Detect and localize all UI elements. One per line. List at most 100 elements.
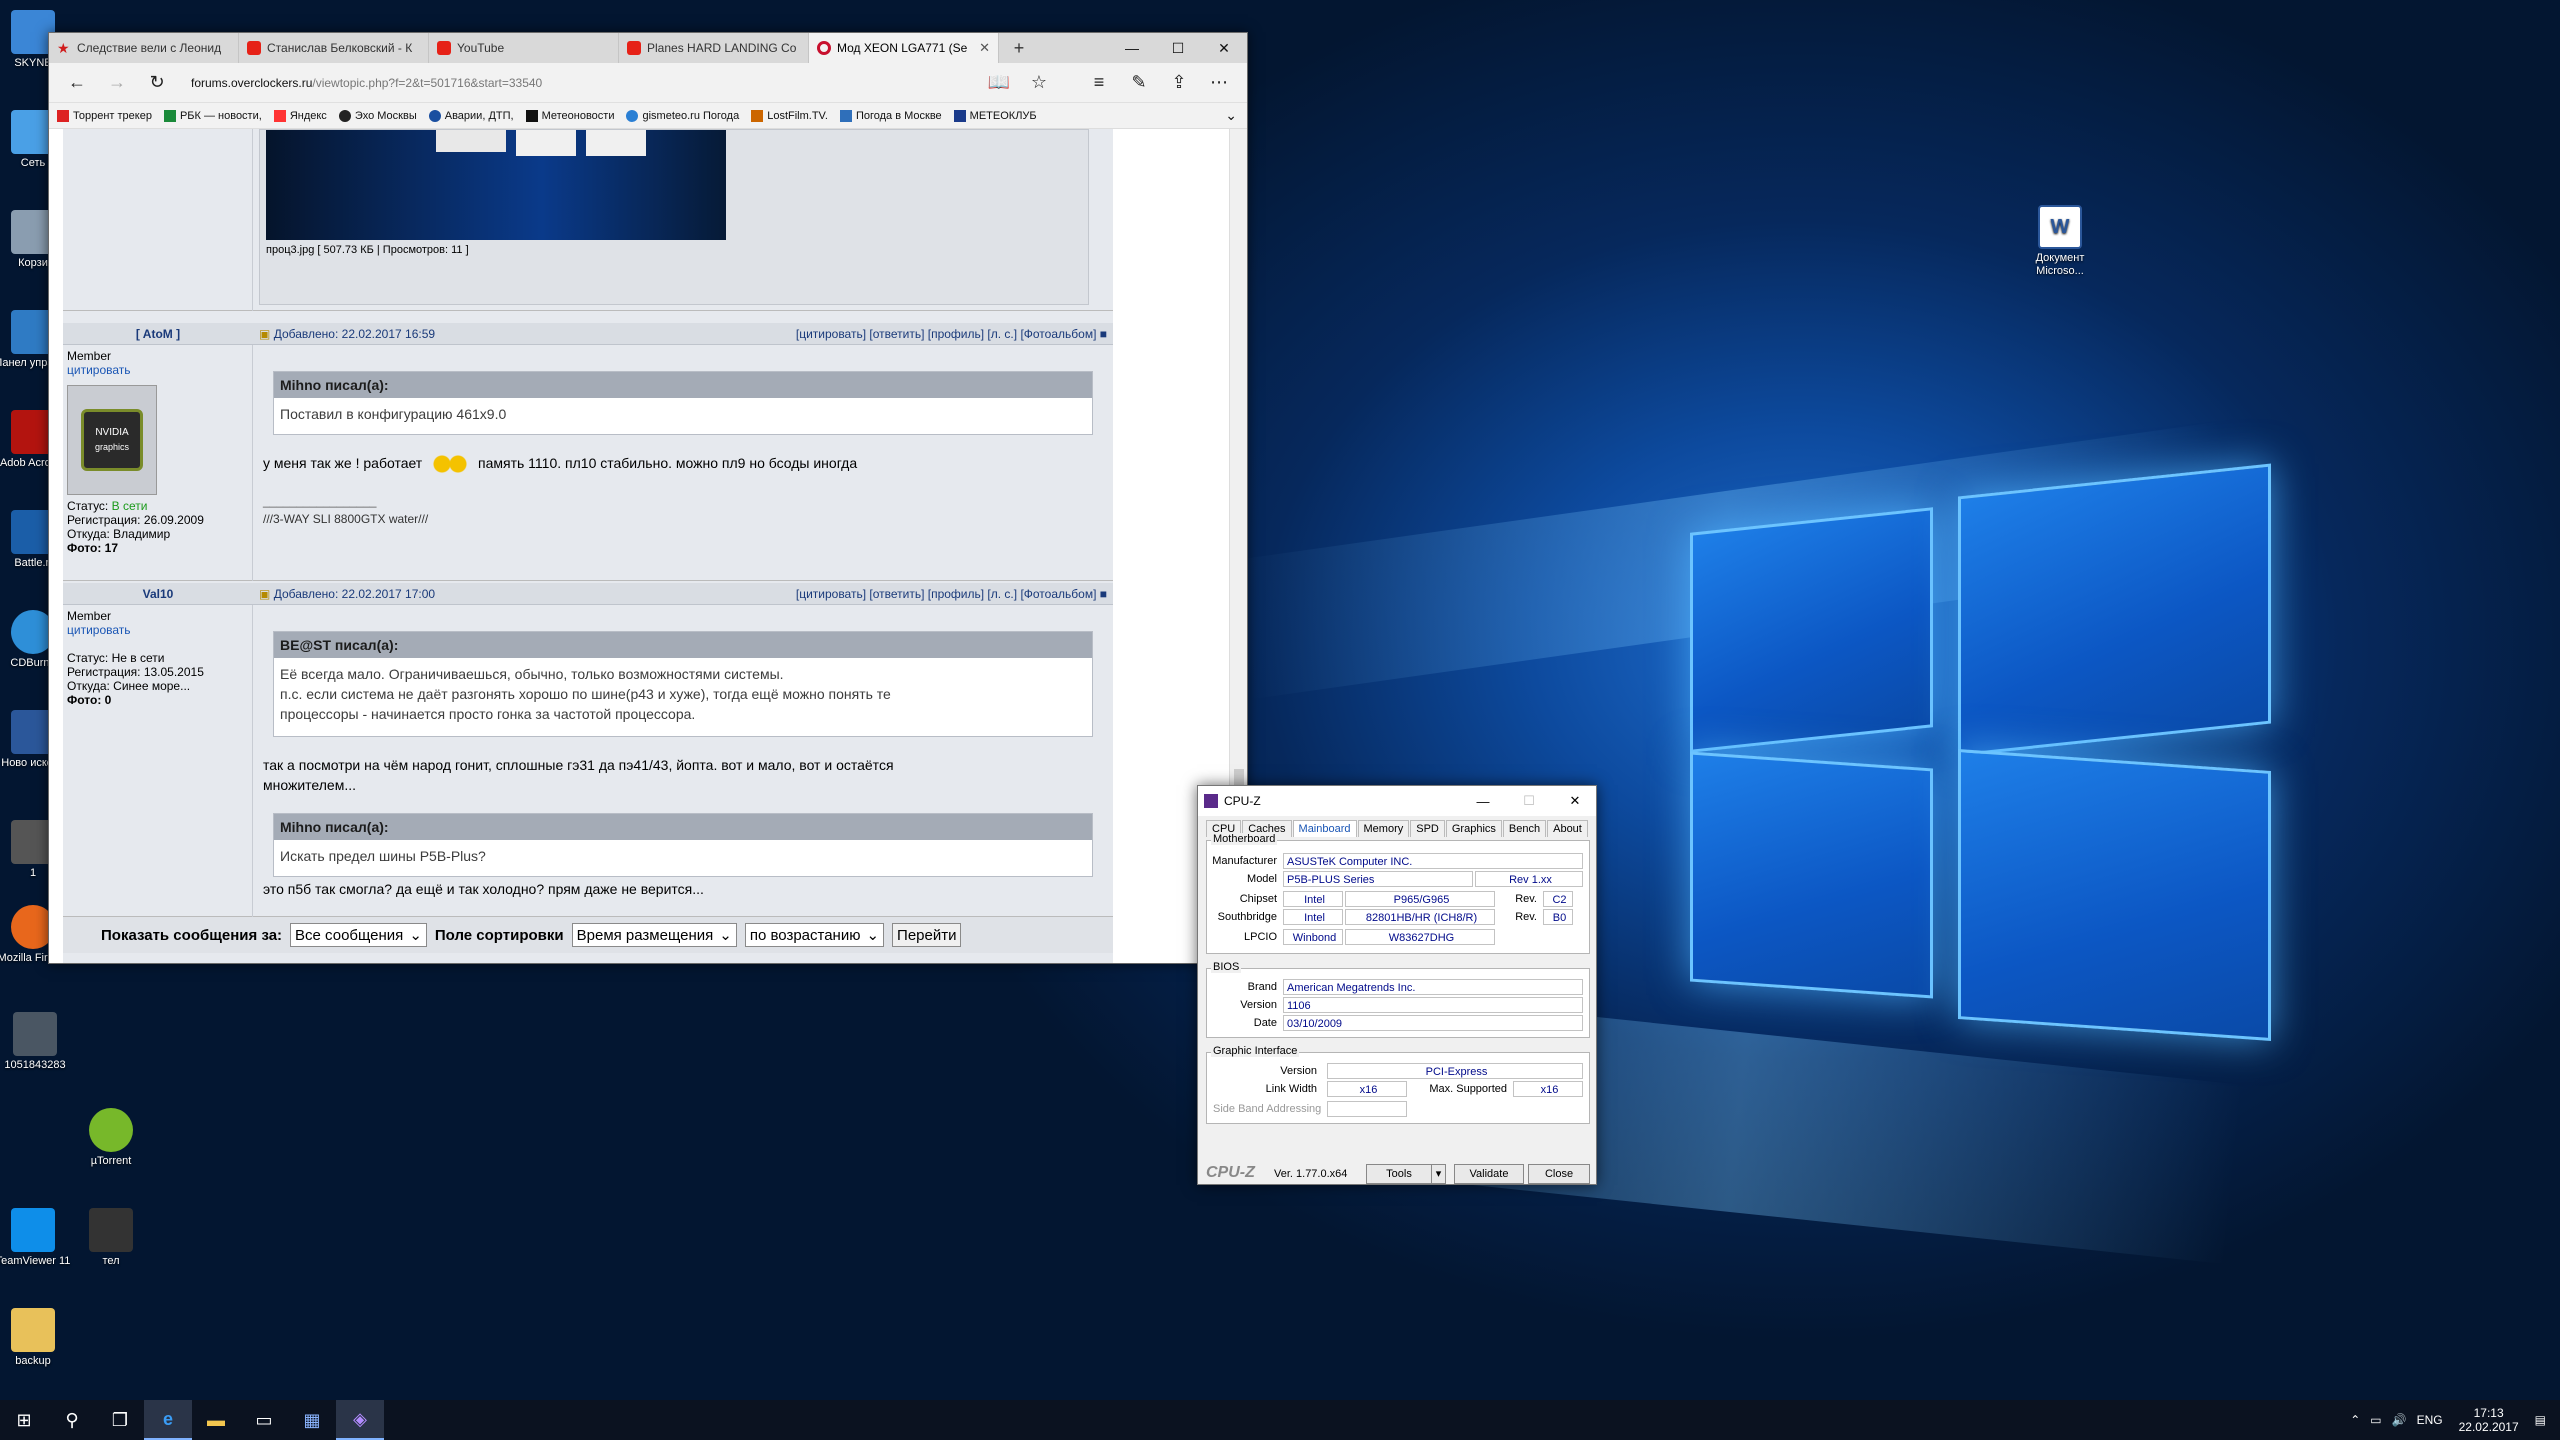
taskbar-app2[interactable]: ▦ — [288, 1400, 336, 1440]
tab-spd[interactable]: SPD — [1410, 820, 1445, 837]
field-label: Rev. — [1515, 893, 1537, 905]
quote-body: Поставил в конфигурацию 461х9.0 — [280, 406, 507, 422]
tab-planes[interactable]: Planes HARD LANDING Co — [619, 33, 809, 63]
sort-field-select[interactable]: Время размещения ⌄ — [571, 923, 737, 947]
desktop-icon-tel[interactable]: тел — [66, 1208, 156, 1268]
rbc-icon — [163, 109, 176, 122]
tab-youtube[interactable]: YouTube — [429, 33, 619, 63]
tab-bench[interactable]: Bench — [1502, 820, 1547, 837]
smiley-icon — [430, 455, 471, 474]
maximize-button[interactable]: ☐ — [1506, 786, 1552, 816]
taskbar-edge[interactable]: e — [144, 1400, 192, 1440]
web-note-button[interactable]: ✎ — [1119, 66, 1159, 100]
more-icon: ⋯ — [1210, 72, 1228, 92]
close-dialog-button[interactable]: Close — [1528, 1164, 1590, 1184]
back-button[interactable]: ← — [57, 66, 97, 100]
fav-gismeteo[interactable]: gismeteo.ru Погода — [626, 109, 739, 122]
post-text: так а посмотри на чём народ гонит, сплош… — [263, 757, 894, 793]
quote-header: BE@ST писал(а): — [274, 632, 1092, 658]
show-period-select[interactable]: Все сообщения ⌄ — [290, 923, 427, 947]
tab-xeon-mod[interactable]: Мод XEON LGA771 (Se ✕ — [809, 33, 999, 63]
youtube-icon — [247, 41, 261, 55]
chevron-up-icon[interactable]: ⌃ — [2350, 1413, 2360, 1427]
minimize-button[interactable]: — — [1460, 786, 1506, 816]
fav-moscow-weather[interactable]: Погода в Москве — [839, 109, 942, 122]
network-icon[interactable]: ▭ — [2370, 1413, 2381, 1427]
new-tab-button[interactable]: + — [999, 33, 1039, 63]
language-indicator[interactable]: ENG — [2417, 1413, 2443, 1427]
fav-lostfilm[interactable]: LostFilm.TV. — [751, 109, 828, 122]
fav-yandex[interactable]: Яндекс — [273, 109, 327, 122]
volume-icon[interactable]: 🔊 — [2392, 1413, 2407, 1427]
fav-echo[interactable]: Эхо Москвы — [338, 109, 417, 122]
tab-about[interactable]: About — [1547, 820, 1588, 837]
quote-user-link[interactable]: цитировать — [67, 363, 248, 377]
start-button[interactable]: ⊞ — [0, 1400, 48, 1440]
tab-graphics[interactable]: Graphics — [1445, 820, 1502, 837]
more-button[interactable]: ⋯ — [1199, 66, 1239, 100]
youtube-icon — [627, 41, 641, 55]
minimize-button[interactable]: — — [1109, 33, 1155, 63]
fav-accidents[interactable]: Аварии, ДТП, — [428, 109, 514, 122]
tab-mainboard[interactable]: Mainboard — [1292, 820, 1357, 837]
tab-memory[interactable]: Memory — [1357, 820, 1410, 837]
task-view-button[interactable]: ❐ — [96, 1400, 144, 1440]
close-button[interactable]: ✕ — [1552, 786, 1598, 816]
bios-version-value: 1106 — [1283, 997, 1583, 1013]
model-value: P5B-PLUS Series — [1283, 871, 1473, 887]
post-header: [ AtoM ] ▣ Добавлено: 22.02.2017 16:59 [… — [63, 323, 1113, 345]
post-actions[interactable]: [цитировать] [ответить] [профиль] [л. с.… — [796, 583, 1107, 605]
windows-icon: ⊞ — [16, 1409, 32, 1430]
hub-button[interactable]: ≡ — [1079, 66, 1119, 100]
fav-meteonews[interactable]: Метеоновости — [525, 109, 614, 122]
post-author[interactable]: Val10 — [63, 583, 253, 605]
quote-user-link[interactable]: цитировать — [67, 623, 248, 637]
sort-order-select[interactable]: по возрастанию ⌄ — [744, 923, 885, 947]
field-label: Chipset — [1239, 893, 1277, 905]
attachment-image[interactable] — [266, 130, 726, 240]
tab-leonid[interactable]: ★ Следствие вели с Леонид — [49, 33, 239, 63]
cpuz-icon: ◈ — [353, 1408, 367, 1429]
post-author[interactable]: [ AtoM ] — [63, 323, 253, 345]
chevron-down-icon[interactable]: ⌄ — [1225, 107, 1237, 124]
taskbar-app[interactable]: ▭ — [240, 1400, 288, 1440]
go-button[interactable]: Перейти — [892, 923, 962, 947]
reading-view-button[interactable]: 📖 — [979, 66, 1019, 100]
echo-icon — [338, 109, 351, 122]
tools-button[interactable]: Tools ▾ — [1366, 1164, 1446, 1184]
maximize-button[interactable]: ☐ — [1155, 33, 1201, 63]
sba-value — [1327, 1101, 1407, 1117]
book-icon: 📖 — [987, 72, 1011, 92]
desktop-icon-word-document[interactable]: W Документ Microso... — [2015, 205, 2105, 278]
user-status: Статус: В сети — [67, 499, 148, 513]
windows-logo-pane — [1690, 507, 1933, 753]
show-label: Показать сообщения за: — [101, 926, 283, 944]
post-actions[interactable]: [цитировать] [ответить] [профиль] [л. с.… — [796, 323, 1107, 345]
desktop-icon-utorrent[interactable]: µTorrent — [66, 1108, 156, 1168]
clock[interactable]: 17:13 22.02.2017 — [2459, 1406, 2519, 1434]
taskbar-explorer[interactable]: ▬ — [192, 1400, 240, 1440]
favorite-button[interactable]: ☆ — [1019, 66, 1059, 100]
favorites-bar: Торрент трекер РБК — новости, Яндекс Эхо… — [49, 103, 1247, 129]
clock-date: 22.02.2017 — [2458, 1420, 2519, 1434]
search-button[interactable]: ⚲ — [48, 1400, 96, 1440]
quote-block: BE@ST писал(а): Её всегда мало. Ограничи… — [273, 631, 1093, 737]
taskbar-cpuz[interactable]: ◈ — [336, 1400, 384, 1440]
close-button[interactable]: ✕ — [1201, 33, 1247, 63]
desktop-icon-backup[interactable]: backup — [0, 1308, 78, 1368]
tab-belkovsky[interactable]: Станислав Белковский - К — [239, 33, 429, 63]
post-header: Val10 ▣ Добавлено: 22.02.2017 17:00 [цит… — [63, 583, 1113, 605]
validate-button[interactable]: Validate — [1454, 1164, 1524, 1184]
fav-rbc[interactable]: РБК — новости, — [163, 109, 262, 122]
close-tab-icon[interactable]: ✕ — [979, 40, 990, 56]
fav-meteoclub[interactable]: МЕТЕОКЛУБ — [953, 109, 1037, 122]
notification-icon[interactable]: ▤ — [2535, 1413, 2546, 1427]
desktop-icon-photo[interactable]: 1051843283 — [0, 1012, 80, 1072]
forum-post: Val10 ▣ Добавлено: 22.02.2017 17:00 [цит… — [63, 583, 1113, 917]
address-domain: forums.overclockers.ru — [191, 75, 313, 90]
forward-button[interactable]: → — [97, 66, 137, 100]
share-button[interactable]: ⇪ — [1159, 66, 1199, 100]
address-bar[interactable]: forums.overclockers.ru/viewtopic.php?f=2… — [191, 68, 979, 98]
fav-torrent[interactable]: Торрент трекер — [57, 109, 152, 122]
refresh-button[interactable]: ↻ — [137, 66, 177, 100]
